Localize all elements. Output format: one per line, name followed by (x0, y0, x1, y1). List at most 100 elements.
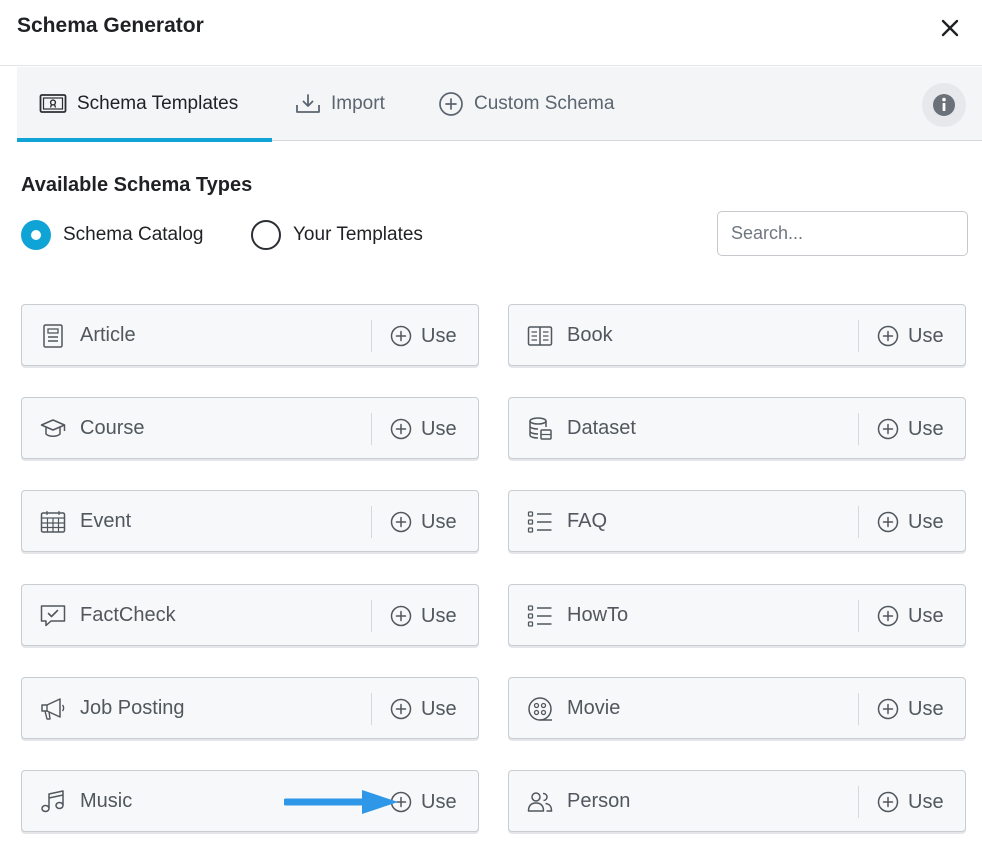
section-title: Available Schema Types (21, 174, 253, 196)
tab-bar: Schema Templates Import Custom Schema (17, 67, 982, 142)
schema-name: Job Posting (80, 697, 185, 719)
plus-circle-icon (438, 91, 464, 117)
schema-name: FAQ (567, 510, 608, 532)
plus-circle-icon (390, 605, 412, 627)
certificate-icon (39, 93, 67, 115)
calendar-icon (40, 511, 66, 533)
divider (858, 693, 859, 725)
schema-name: Music (80, 790, 133, 812)
schema-name: Course (80, 417, 145, 439)
schema-card-course: Course Use (21, 397, 479, 459)
use-button[interactable]: Use (390, 599, 457, 633)
divider (858, 600, 859, 632)
schema-card-person: Person Use (508, 770, 966, 832)
schema-card-event: Event Use (21, 490, 479, 552)
divider (858, 413, 859, 445)
plus-circle-icon (877, 511, 899, 533)
dialog-title: Schema Generator (17, 14, 204, 37)
schema-card-music: Music Use (21, 770, 479, 832)
search-input[interactable] (717, 211, 968, 256)
schema-card-faq: FAQ Use (508, 490, 966, 552)
close-button[interactable] (936, 14, 964, 42)
use-label: Use (421, 604, 457, 627)
schema-name: Article (80, 324, 136, 346)
music-note-icon (41, 790, 64, 813)
schema-name: Person (567, 790, 631, 812)
radio-unselected-indicator[interactable] (251, 220, 281, 250)
schema-card-article: Article Use (21, 304, 479, 366)
download-icon (295, 93, 321, 115)
schema-name: Dataset (567, 417, 636, 439)
use-label: Use (908, 697, 944, 720)
use-label: Use (421, 510, 457, 533)
use-button[interactable]: Use (877, 785, 944, 819)
plus-circle-icon (877, 698, 899, 720)
use-button[interactable]: Use (877, 412, 944, 446)
use-button[interactable]: Use (390, 319, 457, 353)
radio-your-templates[interactable]: Your Templates (251, 219, 423, 251)
plus-circle-icon (390, 418, 412, 440)
plus-circle-icon (390, 325, 412, 347)
schema-name: Event (80, 510, 132, 532)
use-label: Use (421, 790, 457, 813)
plus-circle-icon (877, 325, 899, 347)
use-button[interactable]: Use (877, 505, 944, 539)
list-icon (527, 605, 552, 627)
tab-import[interactable]: Import (295, 67, 385, 141)
divider (371, 320, 372, 352)
info-button[interactable] (922, 83, 966, 127)
plus-circle-icon (390, 511, 412, 533)
schema-name: Movie (567, 697, 621, 719)
tab-label: Schema Templates (77, 93, 239, 114)
divider (858, 506, 859, 538)
divider (858, 786, 859, 818)
schema-name: Book (567, 324, 613, 346)
schema-card-job-posting: Job Posting Use (21, 677, 479, 739)
schema-name: FactCheck (80, 604, 176, 626)
use-label: Use (908, 604, 944, 627)
use-label: Use (908, 324, 944, 347)
film-reel-icon (528, 697, 552, 721)
use-button[interactable]: Use (390, 785, 457, 819)
use-label: Use (421, 697, 457, 720)
tab-label: Import (331, 93, 385, 114)
megaphone-icon (41, 698, 65, 720)
divider (371, 600, 372, 632)
schema-name: HowTo (567, 604, 629, 626)
database-icon (529, 417, 552, 440)
use-label: Use (421, 324, 457, 347)
use-button[interactable]: Use (877, 319, 944, 353)
use-button[interactable]: Use (390, 692, 457, 726)
message-check-icon (40, 605, 66, 627)
article-icon (43, 324, 63, 348)
use-button[interactable]: Use (877, 692, 944, 726)
tab-custom-schema[interactable]: Custom Schema (438, 67, 614, 141)
plus-circle-icon (877, 418, 899, 440)
info-icon (933, 94, 955, 116)
schema-card-factcheck: FactCheck Use (21, 584, 479, 646)
book-icon (527, 326, 553, 346)
divider (371, 506, 372, 538)
tab-schema-templates[interactable]: Schema Templates (17, 67, 272, 142)
use-label: Use (421, 417, 457, 440)
use-label: Use (908, 417, 944, 440)
graduation-cap-icon (40, 419, 66, 437)
plus-circle-icon (877, 791, 899, 813)
schema-card-dataset: Dataset Use (508, 397, 966, 459)
use-label: Use (908, 510, 944, 533)
plus-circle-icon (390, 791, 412, 813)
schema-card-howto: HowTo Use (508, 584, 966, 646)
radio-schema-catalog[interactable]: Schema Catalog (21, 219, 203, 251)
close-icon (941, 19, 959, 37)
schema-card-book: Book Use (508, 304, 966, 366)
radio-label: Your Templates (293, 224, 423, 245)
tab-label: Custom Schema (474, 93, 615, 114)
use-button[interactable]: Use (877, 599, 944, 633)
use-button[interactable]: Use (390, 505, 457, 539)
plus-circle-icon (877, 605, 899, 627)
radio-selected-indicator[interactable] (21, 220, 51, 250)
plus-circle-icon (390, 698, 412, 720)
users-icon (527, 792, 553, 812)
list-icon (527, 511, 552, 533)
use-button[interactable]: Use (390, 412, 457, 446)
